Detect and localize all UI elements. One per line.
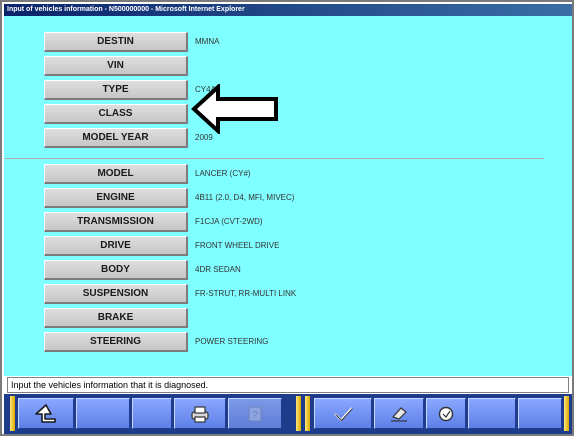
field-row-brake: BRAKE (4, 308, 572, 330)
bottom-toolbar: ? (4, 394, 572, 434)
suspension-value: FR-STRUT, RR-MULTI LINK (195, 289, 297, 298)
gold-divider-mid (296, 396, 301, 431)
toolbar-button-9[interactable] (468, 398, 516, 429)
steering-button[interactable]: STEERING (44, 332, 188, 352)
model-year-button[interactable]: MODEL YEAR (44, 128, 188, 148)
vehicle-info-panel: DESTIN MMNA VIN TYPE CY4A CLASS MODEL YE… (4, 16, 572, 376)
back-arrow-icon (35, 403, 56, 423)
field-row-drive: DRIVE FRONT WHEEL DRIVE (4, 236, 572, 258)
field-row-steering: STEERING POWER STEERING (4, 332, 572, 354)
window-title: Input of vehicles information - N5000000… (4, 4, 572, 16)
section-divider (4, 158, 544, 159)
transmission-button[interactable]: TRANSMISSION (44, 212, 188, 232)
back-button[interactable] (18, 398, 74, 429)
confirm-button[interactable] (314, 398, 372, 429)
transmission-value: F1CJA (CVT-2WD) (195, 217, 263, 226)
print-icon (191, 405, 209, 423)
gold-divider-right (564, 396, 569, 431)
vin-button[interactable]: VIN (44, 56, 188, 76)
drive-value: FRONT WHEEL DRIVE (195, 241, 280, 250)
field-row-transmission: TRANSMISSION F1CJA (CVT-2WD) (4, 212, 572, 234)
model-value: LANCER (CY#) (195, 169, 251, 178)
steering-value: POWER STEERING (195, 337, 269, 346)
eraser-icon (391, 406, 407, 422)
destin-value: MMNA (195, 37, 220, 46)
gold-divider-mid-2 (305, 396, 310, 431)
search-button[interactable] (426, 398, 466, 429)
field-row-model-year: MODEL YEAR 2009 (4, 128, 572, 150)
body-value: 4DR SEDAN (195, 265, 241, 274)
toolbar-button-2[interactable] (76, 398, 130, 429)
svg-text:?: ? (252, 410, 258, 421)
body-button[interactable]: BODY (44, 260, 188, 280)
field-row-type: TYPE CY4A (4, 80, 572, 102)
checkmark-icon (334, 406, 353, 421)
toolbar-button-10[interactable] (518, 398, 562, 429)
field-row-vin: VIN (4, 56, 572, 78)
search-icon (438, 406, 454, 421)
brake-button[interactable]: BRAKE (44, 308, 188, 328)
erase-button[interactable] (374, 398, 424, 429)
field-row-suspension: SUSPENSION FR-STRUT, RR-MULTI LINK (4, 284, 572, 306)
field-row-destin: DESTIN MMNA (4, 32, 572, 54)
field-row-engine: ENGINE 4B11 (2.0, D4, MFI, MIVEC) (4, 188, 572, 210)
drive-button[interactable]: DRIVE (44, 236, 188, 256)
field-row-body: BODY 4DR SEDAN (4, 260, 572, 282)
help-icon: ? (248, 406, 262, 421)
status-bar: Input the vehicles information that it i… (7, 377, 569, 393)
gold-divider-left (10, 396, 15, 431)
help-button[interactable]: ? (228, 398, 282, 429)
model-button[interactable]: MODEL (44, 164, 188, 184)
class-button[interactable]: CLASS (44, 104, 188, 124)
field-row-class: CLASS (4, 104, 572, 126)
engine-button[interactable]: ENGINE (44, 188, 188, 208)
toolbar-button-3[interactable] (132, 398, 172, 429)
browser-window: Input of vehicles information - N5000000… (0, 0, 574, 436)
pointer-arrow-icon (191, 84, 278, 134)
suspension-button[interactable]: SUSPENSION (44, 284, 188, 304)
field-row-model: MODEL LANCER (CY#) (4, 164, 572, 186)
destin-button[interactable]: DESTIN (44, 32, 188, 52)
type-button[interactable]: TYPE (44, 80, 188, 100)
print-button[interactable] (174, 398, 226, 429)
engine-value: 4B11 (2.0, D4, MFI, MIVEC) (195, 193, 295, 202)
